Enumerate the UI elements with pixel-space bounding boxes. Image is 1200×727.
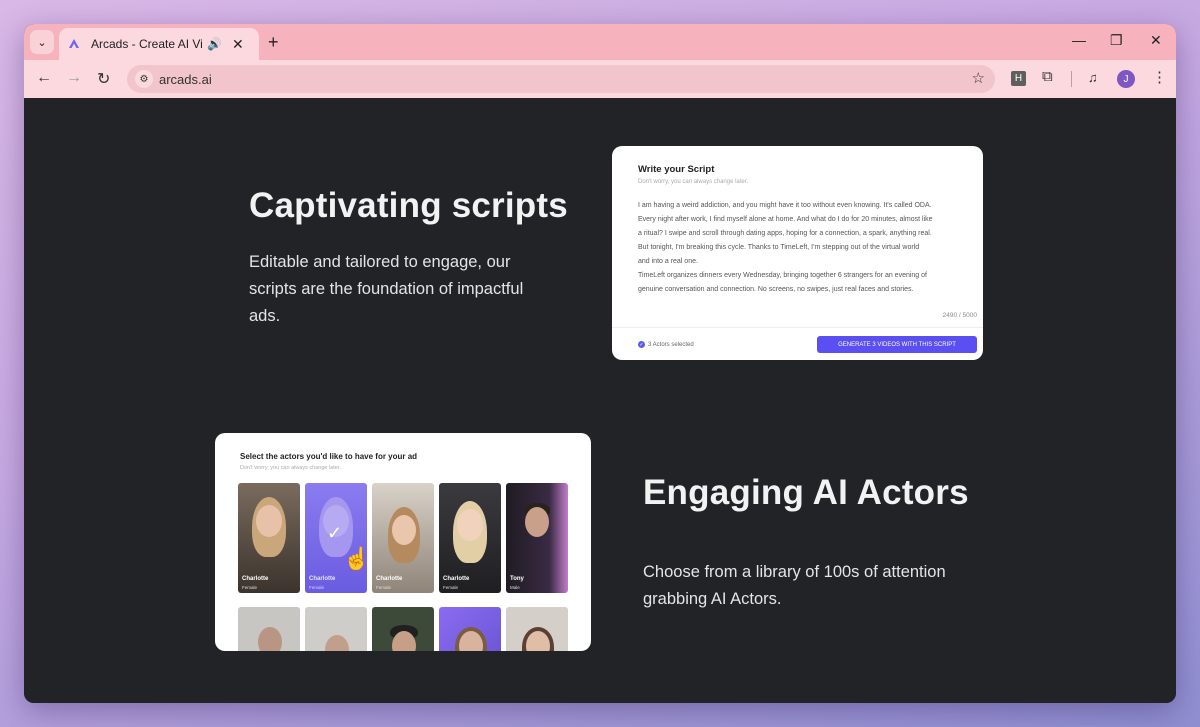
- actor-card[interactable]: [305, 607, 367, 651]
- arcads-logo-icon: [69, 39, 79, 48]
- script-card-subtitle: Don't worry, you can always change later…: [638, 179, 749, 185]
- actor-card[interactable]: Charlotte Female: [439, 483, 501, 593]
- back-icon[interactable]: ←: [36, 69, 52, 87]
- script-card-title: Write your Script: [638, 164, 715, 175]
- actors-heading: Engaging AI Actors: [643, 473, 969, 512]
- scripts-description: Editable and tailored to engage, our scr…: [249, 253, 524, 325]
- generate-videos-button[interactable]: GENERATE 3 VIDEOS WITH THIS SCRIPT: [817, 336, 977, 353]
- card-divider: [612, 327, 983, 328]
- actors-card-subtitle: Don't worry, you can always change later…: [240, 465, 341, 471]
- tab-strip: ⌄ Arcads - Create AI Video Ads 🔊 ✕ + — ❐…: [24, 24, 1176, 60]
- window-close-icon[interactable]: ✕: [1150, 32, 1162, 49]
- actor-card[interactable]: Tony Male: [506, 483, 568, 593]
- character-count: 2490 / 5000: [942, 312, 977, 319]
- browser-window: ⌄ Arcads - Create AI Video Ads 🔊 ✕ + — ❐…: [24, 24, 1176, 703]
- toolbar-separator: [1071, 71, 1072, 87]
- script-textarea[interactable]: I am having a weird addiction, and you m…: [638, 199, 968, 297]
- site-info-icon[interactable]: ⚙: [135, 70, 153, 88]
- reload-icon[interactable]: ↻: [97, 69, 110, 89]
- hand-cursor-icon: ☝: [343, 546, 371, 571]
- actor-card[interactable]: [439, 607, 501, 651]
- scripts-heading: Captivating scripts: [249, 186, 568, 225]
- script-editor-card: Write your Script Don't worry, you can a…: [612, 146, 983, 360]
- minimize-icon[interactable]: —: [1072, 32, 1086, 48]
- actor-card-selected[interactable]: ✓ Charlotte Female: [305, 483, 367, 593]
- actors-card-title: Select the actors you'd like to have for…: [240, 452, 418, 461]
- address-bar[interactable]: ⚙ arcads.ai ☆: [127, 65, 995, 93]
- media-queue-icon[interactable]: ♫: [1088, 70, 1098, 85]
- restore-icon[interactable]: ❐: [1110, 32, 1123, 49]
- actor-card[interactable]: Charlotte Female: [372, 483, 434, 593]
- extension-h-icon[interactable]: H: [1011, 71, 1026, 86]
- tab-search-button[interactable]: ⌄: [30, 30, 54, 54]
- extensions-puzzle-icon[interactable]: ⧉: [1042, 68, 1053, 85]
- actor-card[interactable]: [372, 607, 434, 651]
- page-content: Captivating scripts Editable and tailore…: [24, 98, 1176, 703]
- actors-selected-status: ✓ 3 Actors selected: [638, 341, 694, 348]
- actor-card[interactable]: [238, 607, 300, 651]
- new-tab-button[interactable]: +: [268, 32, 279, 53]
- check-circle-icon: ✓: [638, 341, 645, 348]
- close-icon[interactable]: ✕: [232, 36, 244, 53]
- profile-avatar[interactable]: J: [1117, 70, 1135, 88]
- forward-icon[interactable]: →: [66, 69, 82, 87]
- menu-kebab-icon[interactable]: ⋮: [1152, 68, 1167, 86]
- speaker-icon[interactable]: 🔊: [207, 37, 222, 51]
- checkmark-icon: ✓: [327, 523, 343, 543]
- tab-title: Arcads - Create AI Video Ads: [91, 37, 203, 51]
- actor-card[interactable]: [506, 607, 568, 651]
- actors-description: Choose from a library of 100s of attenti…: [643, 563, 946, 608]
- url-text[interactable]: arcads.ai: [159, 72, 212, 87]
- actor-selection-card: Select the actors you'd like to have for…: [215, 433, 591, 651]
- bookmark-star-icon[interactable]: ☆: [972, 69, 985, 87]
- toolbar: ← → ↻ ⚙ arcads.ai ☆ H ⧉ ♫ J ⋮: [24, 60, 1176, 98]
- actor-card[interactable]: Charlotte Female: [238, 483, 300, 593]
- tab-arcads[interactable]: Arcads - Create AI Video Ads 🔊 ✕: [59, 28, 259, 60]
